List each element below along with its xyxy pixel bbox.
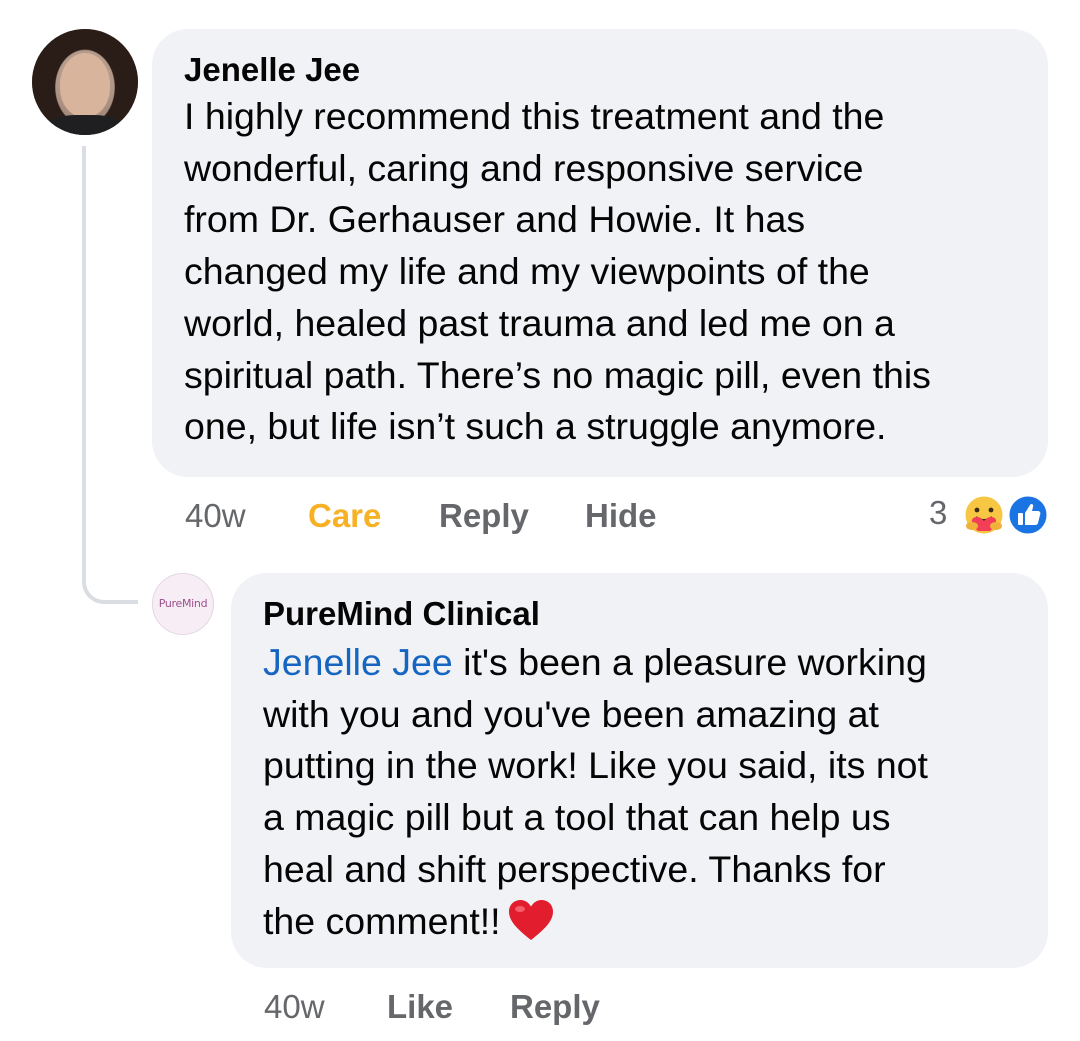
comment-text: I highly recommend this treatment and th…: [184, 95, 931, 448]
comment-author[interactable]: Jenelle Jee: [184, 49, 1024, 91]
reply-author[interactable]: PureMind Clinical: [263, 593, 1024, 635]
avatar-logo-text: PureMind: [158, 597, 208, 610]
reaction-count: 3: [929, 494, 948, 531]
mention-link[interactable]: Jenelle Jee: [263, 641, 453, 683]
hide-button[interactable]: Hide: [585, 497, 657, 535]
reply-reply-button[interactable]: Reply: [510, 988, 600, 1026]
avatar-shirt: [42, 115, 128, 135]
commenter-avatar[interactable]: [32, 29, 138, 135]
thread-connector-line: [82, 146, 138, 604]
comment-bubble: Jenelle Jee I highly recommend this trea…: [152, 29, 1048, 477]
comment-timestamp[interactable]: 40w: [185, 497, 246, 535]
reply-timestamp[interactable]: 40w: [264, 988, 325, 1026]
heart-emoji-icon: [508, 899, 553, 940]
puremind-logo-avatar[interactable]: PureMind: [152, 573, 214, 635]
avatar-face: [60, 53, 110, 117]
like-button[interactable]: Like: [387, 988, 453, 1026]
reply-button[interactable]: Reply: [439, 497, 529, 535]
reply-body: it's been a pleasure working with you an…: [263, 641, 928, 942]
care-emoji-icon: [962, 493, 1006, 537]
like-thumb-icon: [1006, 493, 1050, 537]
care-reaction-button[interactable]: Care: [308, 497, 381, 535]
reply-bubble: PureMind Clinical Jenelle Jee it's been …: [231, 573, 1048, 968]
reply-text: Jenelle Jee it's been a pleasure working…: [263, 637, 1024, 947]
